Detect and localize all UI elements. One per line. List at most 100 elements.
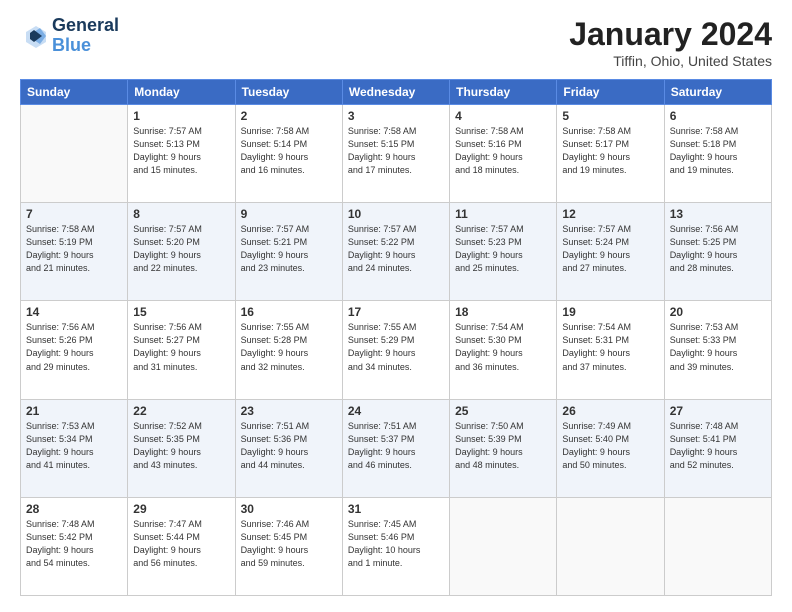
calendar-cell	[557, 497, 664, 595]
day-number: 3	[348, 109, 444, 123]
day-number: 19	[562, 305, 658, 319]
logo-line2: Blue	[52, 36, 119, 56]
calendar-cell: 3 Sunrise: 7:58 AMSunset: 5:15 PMDaylight…	[342, 105, 449, 203]
day-number: 16	[241, 305, 337, 319]
cell-content: Sunrise: 7:54 AMSunset: 5:30 PMDaylight:…	[455, 321, 551, 373]
cell-content: Sunrise: 7:58 AMSunset: 5:19 PMDaylight:…	[26, 223, 122, 275]
calendar-cell: 15 Sunrise: 7:56 AMSunset: 5:27 PMDayligh…	[128, 301, 235, 399]
calendar-cell: 7 Sunrise: 7:58 AMSunset: 5:19 PMDaylight…	[21, 203, 128, 301]
calendar-cell	[664, 497, 771, 595]
calendar-cell	[21, 105, 128, 203]
cell-content: Sunrise: 7:52 AMSunset: 5:35 PMDaylight:…	[133, 420, 229, 472]
cell-content: Sunrise: 7:48 AMSunset: 5:41 PMDaylight:…	[670, 420, 766, 472]
day-number: 1	[133, 109, 229, 123]
calendar-cell: 26 Sunrise: 7:49 AMSunset: 5:40 PMDayligh…	[557, 399, 664, 497]
calendar-cell: 31 Sunrise: 7:45 AMSunset: 5:46 PMDayligh…	[342, 497, 449, 595]
calendar-cell: 10Sunrise: 7:57 AMSunset: 5:22 PMDayligh…	[342, 203, 449, 301]
page: General Blue January 2024 Tiffin, Ohio, …	[0, 0, 792, 612]
cell-content: Sunrise: 7:54 AMSunset: 5:31 PMDaylight:…	[562, 321, 658, 373]
day-number: 14	[26, 305, 122, 319]
cell-content: Sunrise: 7:57 AMSunset: 5:23 PMDaylight:…	[455, 223, 551, 275]
day-number: 5	[562, 109, 658, 123]
calendar-cell: 17Sunrise: 7:55 AMSunset: 5:29 PMDayligh…	[342, 301, 449, 399]
calendar-cell: 6 Sunrise: 7:58 AMSunset: 5:18 PMDaylight…	[664, 105, 771, 203]
day-number: 31	[348, 502, 444, 516]
location: Tiffin, Ohio, United States	[569, 53, 772, 69]
calendar-cell: 22 Sunrise: 7:52 AMSunset: 5:35 PMDayligh…	[128, 399, 235, 497]
calendar-cell: 9Sunrise: 7:57 AMSunset: 5:21 PMDaylight…	[235, 203, 342, 301]
cell-content: Sunrise: 7:53 AMSunset: 5:33 PMDaylight:…	[670, 321, 766, 373]
calendar-cell: 30 Sunrise: 7:46 AMSunset: 5:45 PMDayligh…	[235, 497, 342, 595]
title-section: January 2024 Tiffin, Ohio, United States	[569, 16, 772, 69]
cell-content: Sunrise: 7:46 AMSunset: 5:45 PMDaylight:…	[241, 518, 337, 570]
day-number: 9	[241, 207, 337, 221]
logo: General Blue	[20, 16, 119, 56]
day-number: 18	[455, 305, 551, 319]
cell-content: Sunrise: 7:51 AMSunset: 5:36 PMDaylight:…	[241, 420, 337, 472]
cell-content: Sunrise: 7:53 AMSunset: 5:34 PMDaylight:…	[26, 420, 122, 472]
day-number: 28	[26, 502, 122, 516]
day-number: 21	[26, 404, 122, 418]
calendar-cell: 13 Sunrise: 7:56 AMSunset: 5:25 PMDayligh…	[664, 203, 771, 301]
cell-content: Sunrise: 7:57 AMSunset: 5:13 PMDaylight:…	[133, 125, 229, 177]
calendar-week-row: 1 Sunrise: 7:57 AMSunset: 5:13 PMDaylight…	[21, 105, 772, 203]
day-number: 11	[455, 207, 551, 221]
calendar-cell: 5 Sunrise: 7:58 AMSunset: 5:17 PMDaylight…	[557, 105, 664, 203]
day-number: 6	[670, 109, 766, 123]
calendar-cell: 19 Sunrise: 7:54 AMSunset: 5:31 PMDayligh…	[557, 301, 664, 399]
calendar-cell: 8 Sunrise: 7:57 AMSunset: 5:20 PMDaylight…	[128, 203, 235, 301]
day-number: 26	[562, 404, 658, 418]
day-number: 22	[133, 404, 229, 418]
calendar-cell: 18 Sunrise: 7:54 AMSunset: 5:30 PMDayligh…	[450, 301, 557, 399]
calendar-week-row: 21 Sunrise: 7:53 AMSunset: 5:34 PMDayligh…	[21, 399, 772, 497]
day-number: 25	[455, 404, 551, 418]
cell-content: Sunrise: 7:57 AMSunset: 5:24 PMDaylight:…	[562, 223, 658, 275]
cell-content: Sunrise: 7:58 AMSunset: 5:18 PMDaylight:…	[670, 125, 766, 177]
cell-content: Sunrise: 7:47 AMSunset: 5:44 PMDaylight:…	[133, 518, 229, 570]
day-number: 23	[241, 404, 337, 418]
day-number: 10	[348, 207, 444, 221]
calendar-cell: 1 Sunrise: 7:57 AMSunset: 5:13 PMDaylight…	[128, 105, 235, 203]
calendar-cell: 16 Sunrise: 7:55 AMSunset: 5:28 PMDayligh…	[235, 301, 342, 399]
month-title: January 2024	[569, 16, 772, 53]
day-number: 2	[241, 109, 337, 123]
calendar-cell: 29 Sunrise: 7:47 AMSunset: 5:44 PMDayligh…	[128, 497, 235, 595]
calendar-week-row: 14Sunrise: 7:56 AMSunset: 5:26 PMDayligh…	[21, 301, 772, 399]
cell-content: Sunrise: 7:45 AMSunset: 5:46 PMDaylight:…	[348, 518, 444, 570]
calendar-header-wednesday: Wednesday	[342, 80, 449, 105]
calendar-cell: 4Sunrise: 7:58 AMSunset: 5:16 PMDaylight…	[450, 105, 557, 203]
day-number: 30	[241, 502, 337, 516]
logo-line1: General	[52, 16, 119, 36]
calendar-week-row: 28Sunrise: 7:48 AMSunset: 5:42 PMDayligh…	[21, 497, 772, 595]
cell-content: Sunrise: 7:58 AMSunset: 5:17 PMDaylight:…	[562, 125, 658, 177]
header: General Blue January 2024 Tiffin, Ohio, …	[20, 16, 772, 69]
calendar-table: SundayMondayTuesdayWednesdayThursdayFrid…	[20, 79, 772, 596]
calendar-header-thursday: Thursday	[450, 80, 557, 105]
cell-content: Sunrise: 7:56 AMSunset: 5:27 PMDaylight:…	[133, 321, 229, 373]
day-number: 29	[133, 502, 229, 516]
day-number: 24	[348, 404, 444, 418]
cell-content: Sunrise: 7:58 AMSunset: 5:14 PMDaylight:…	[241, 125, 337, 177]
calendar-header-sunday: Sunday	[21, 80, 128, 105]
day-number: 4	[455, 109, 551, 123]
cell-content: Sunrise: 7:55 AMSunset: 5:29 PMDaylight:…	[348, 321, 444, 373]
day-number: 7	[26, 207, 122, 221]
cell-content: Sunrise: 7:49 AMSunset: 5:40 PMDaylight:…	[562, 420, 658, 472]
calendar-cell: 14Sunrise: 7:56 AMSunset: 5:26 PMDayligh…	[21, 301, 128, 399]
day-number: 12	[562, 207, 658, 221]
day-number: 13	[670, 207, 766, 221]
day-number: 8	[133, 207, 229, 221]
calendar-header-monday: Monday	[128, 80, 235, 105]
day-number: 15	[133, 305, 229, 319]
cell-content: Sunrise: 7:57 AMSunset: 5:20 PMDaylight:…	[133, 223, 229, 275]
logo-icon	[20, 22, 48, 50]
cell-content: Sunrise: 7:55 AMSunset: 5:28 PMDaylight:…	[241, 321, 337, 373]
calendar-header-saturday: Saturday	[664, 80, 771, 105]
cell-content: Sunrise: 7:58 AMSunset: 5:15 PMDaylight:…	[348, 125, 444, 177]
cell-content: Sunrise: 7:50 AMSunset: 5:39 PMDaylight:…	[455, 420, 551, 472]
calendar-cell: 28Sunrise: 7:48 AMSunset: 5:42 PMDayligh…	[21, 497, 128, 595]
calendar-cell: 24Sunrise: 7:51 AMSunset: 5:37 PMDayligh…	[342, 399, 449, 497]
calendar-cell: 27Sunrise: 7:48 AMSunset: 5:41 PMDayligh…	[664, 399, 771, 497]
calendar-cell: 2 Sunrise: 7:58 AMSunset: 5:14 PMDaylight…	[235, 105, 342, 203]
cell-content: Sunrise: 7:56 AMSunset: 5:25 PMDaylight:…	[670, 223, 766, 275]
